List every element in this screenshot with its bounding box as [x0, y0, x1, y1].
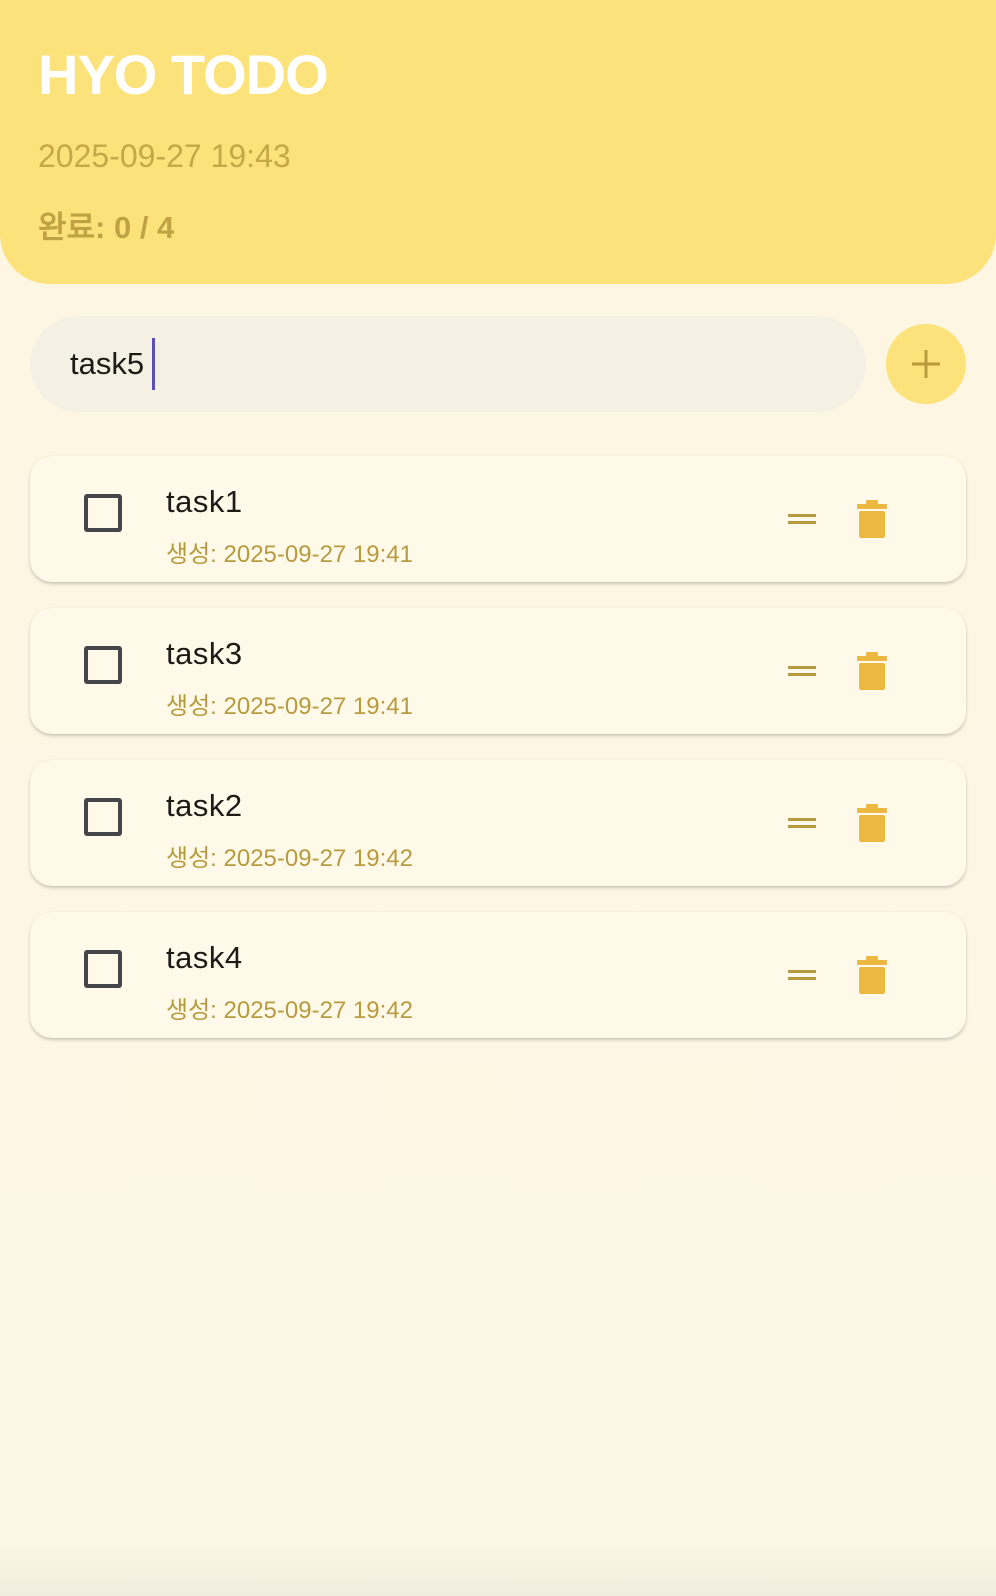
delete-task-button[interactable]	[850, 952, 894, 998]
new-task-input[interactable]	[70, 316, 830, 412]
drag-handle-icon[interactable]	[784, 806, 820, 840]
delete-task-button[interactable]	[850, 648, 894, 694]
task-created-time: 생성: 2025-09-27 19:42	[166, 845, 413, 872]
app-title: HYO TODO	[38, 43, 329, 106]
drag-handle-icon[interactable]	[784, 958, 820, 992]
trash-icon	[857, 500, 887, 538]
todo-item: task3 생성: 2025-09-27 19:41	[30, 608, 966, 734]
todo-item: task4 생성: 2025-09-27 19:42	[30, 912, 966, 1038]
plus-icon	[912, 350, 940, 378]
task-checkbox[interactable]	[84, 646, 122, 684]
trash-icon	[857, 804, 887, 842]
add-task-button[interactable]	[886, 324, 966, 404]
completion-counter: 완료: 0 / 4	[38, 210, 175, 245]
task-created-time: 생성: 2025-09-27 19:41	[166, 541, 413, 568]
current-datetime: 2025-09-27 19:43	[38, 138, 291, 174]
task-title: task3	[166, 636, 243, 671]
task-title: task2	[166, 788, 243, 823]
task-title: task4	[166, 940, 243, 975]
task-checkbox[interactable]	[84, 494, 122, 532]
task-checkbox[interactable]	[84, 798, 122, 836]
task-created-time: 생성: 2025-09-27 19:42	[166, 997, 413, 1024]
task-created-time: 생성: 2025-09-27 19:41	[166, 693, 413, 720]
trash-icon	[857, 652, 887, 690]
delete-task-button[interactable]	[850, 496, 894, 542]
new-task-field[interactable]	[30, 316, 866, 412]
trash-icon	[857, 956, 887, 994]
app-header: HYO TODO 2025-09-27 19:43 완료: 0 / 4	[0, 0, 996, 284]
delete-task-button[interactable]	[850, 800, 894, 846]
task-checkbox[interactable]	[84, 950, 122, 988]
task-title: task1	[166, 484, 243, 519]
todo-list: task1 생성: 2025-09-27 19:41 task3 생성: 202…	[30, 456, 966, 1064]
drag-handle-icon[interactable]	[784, 654, 820, 688]
drag-handle-icon[interactable]	[784, 502, 820, 536]
todo-item: task1 생성: 2025-09-27 19:41	[30, 456, 966, 582]
bottom-gesture-area	[0, 1536, 996, 1596]
todo-item: task2 생성: 2025-09-27 19:42	[30, 760, 966, 886]
text-cursor	[152, 338, 155, 390]
